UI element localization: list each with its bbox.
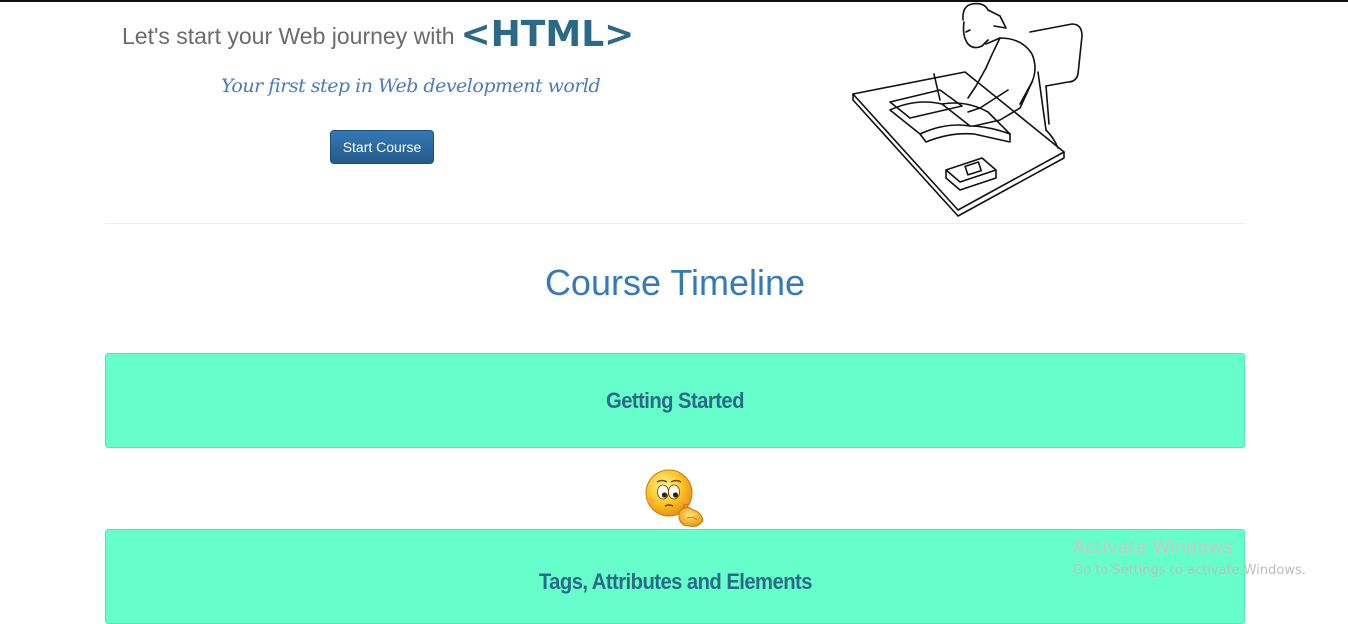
hero-title: Let's start your Web journey with <HTML> bbox=[122, 14, 662, 55]
timeline-item-label: Getting Started bbox=[606, 387, 744, 413]
watermark-subtitle: Go to Settings to activate Windows. bbox=[1073, 563, 1306, 578]
timeline-item-getting-started[interactable]: Getting Started bbox=[105, 353, 1245, 448]
course-timeline-heading: Course Timeline bbox=[544, 262, 806, 303]
hero-subtitle: Your first step in Web development world bbox=[221, 75, 601, 97]
activate-windows-watermark: Activate Windows Go to Settings to activ… bbox=[1073, 537, 1306, 578]
hero-title-html-tag: <HTML> bbox=[460, 14, 635, 55]
hero-section: Let's start your Web journey with <HTML> … bbox=[105, 2, 1245, 223]
section-divider bbox=[105, 223, 1245, 224]
watermark-title: Activate Windows bbox=[1073, 537, 1233, 558]
hero-text-block: Let's start your Web journey with <HTML> … bbox=[105, 2, 660, 223]
timeline-item-label: Tags, Attributes and Elements bbox=[538, 568, 812, 594]
start-course-button[interactable]: Start Course bbox=[330, 130, 434, 164]
thinking-emoji-icon bbox=[645, 469, 704, 527]
hero-title-prefix: Let's start your Web journey with bbox=[122, 23, 455, 49]
student-studying-illustration bbox=[852, 2, 1083, 217]
